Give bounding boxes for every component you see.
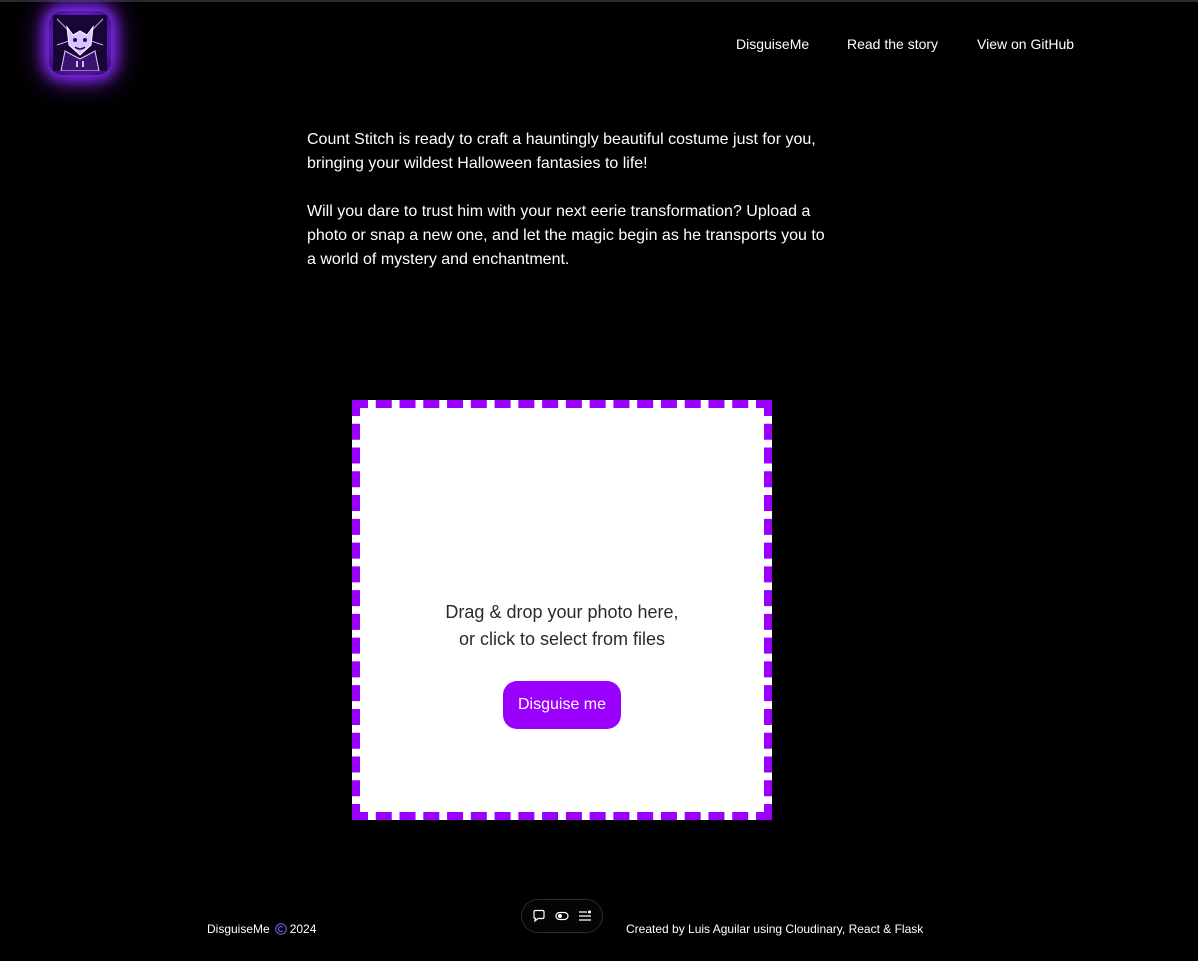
vampire-icon [53, 15, 107, 71]
window-top-border [0, 0, 1198, 2]
nav-disguiseme-link[interactable]: DisguiseMe [736, 36, 809, 54]
footer-year: 2024 [289, 922, 317, 936]
footer-copyright: DisguiseMe 2024 [207, 922, 316, 936]
footer-credits: Created by Luis Aguilar using Cloudinary… [626, 922, 924, 936]
menu-icon[interactable] [576, 907, 594, 925]
dropzone-line-1: Drag & drop your photo here, [445, 602, 679, 622]
nav-github-link[interactable]: View on GitHub [977, 36, 1074, 54]
disguise-me-button[interactable]: Disguise me [503, 681, 621, 729]
dropzone-line-2: or click to select from files [458, 629, 666, 649]
dropzone-instructions: Drag & drop your photo here, or click to… [445, 599, 678, 653]
toggle-icon[interactable] [553, 907, 571, 925]
intro-paragraph-1: Count Stitch is ready to craft a hauntin… [307, 131, 816, 172]
intro-paragraph-2: Will you dare to trust him with your nex… [307, 203, 825, 268]
count-stitch-logo-icon[interactable] [49, 11, 111, 75]
copyright-icon [275, 923, 287, 935]
footer-brand: DisguiseMe [207, 922, 270, 936]
comment-icon[interactable] [530, 907, 548, 925]
photo-dropzone[interactable]: Drag & drop your photo here, or click to… [352, 400, 772, 820]
intro-text: Count Stitch is ready to craft a hauntin… [307, 128, 832, 296]
floating-toolbar [521, 899, 603, 933]
nav-read-story-link[interactable]: Read the story [847, 36, 938, 54]
